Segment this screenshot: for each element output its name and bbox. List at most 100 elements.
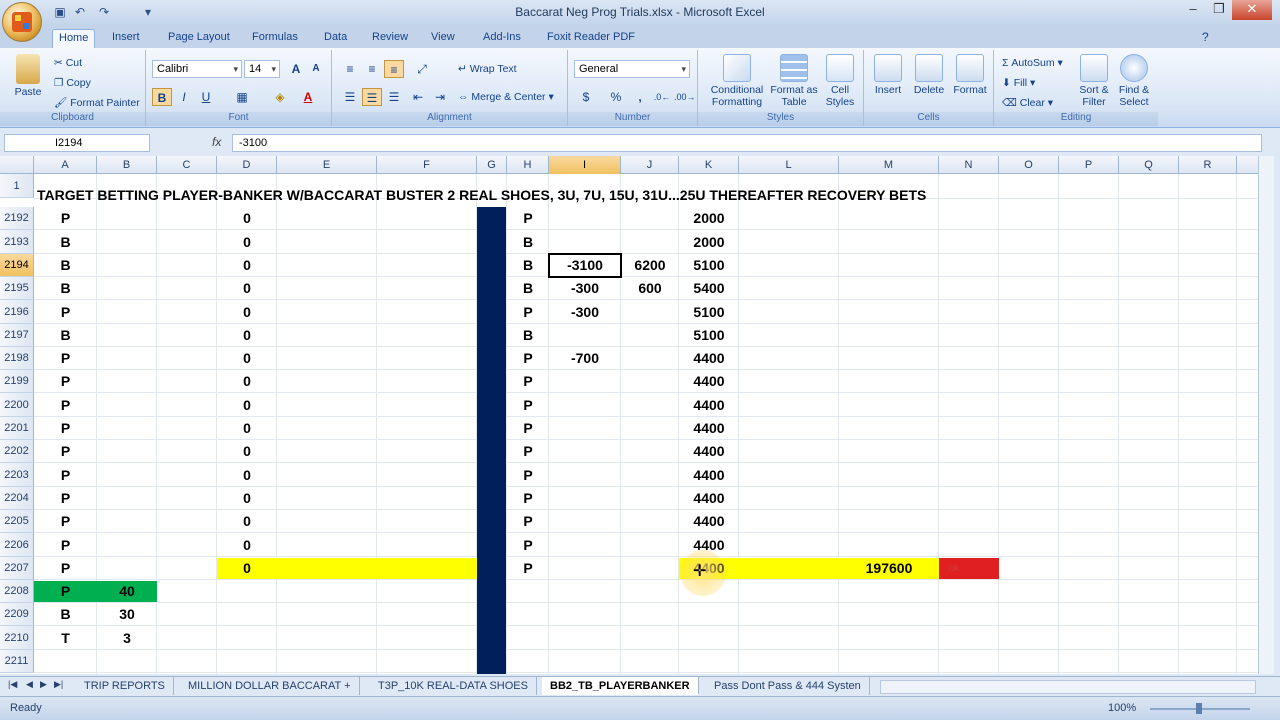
cell-h[interactable]: P [507,393,549,417]
cell-i[interactable] [549,230,621,254]
currency-button[interactable]: $ [576,88,596,106]
cell-h[interactable]: P [507,510,549,533]
name-box[interactable]: I2194 [4,134,150,152]
tab-review[interactable]: Review [366,29,414,48]
align-bottom-icon[interactable]: ≡ [384,60,404,78]
cell-h[interactable]: P [507,300,549,324]
minimize-icon[interactable]: – [1180,0,1206,20]
tab-formulas[interactable]: Formulas [246,29,304,48]
cell-d[interactable]: 0 [217,487,277,510]
cell-a[interactable]: B [34,230,97,254]
column-header-c[interactable]: C [157,156,217,174]
conditional-formatting-button[interactable]: Conditional Formatting [704,54,770,108]
cell-a[interactable]: P [34,580,97,603]
cell-a[interactable]: P [34,440,97,463]
cell-d[interactable]: 0 [217,393,277,417]
format-painter-button[interactable]: 🖌 Format Painter [54,94,140,112]
row-header[interactable]: 2202 [0,440,34,463]
row-header[interactable]: 2192 [0,207,34,230]
cell-i[interactable] [549,463,621,487]
cell-h[interactable]: P [507,370,549,393]
cell-k[interactable] [679,580,739,603]
cell-i[interactable] [549,533,621,557]
cell-a[interactable]: P [34,207,97,230]
restore-icon[interactable]: ❐ [1206,0,1232,20]
column-header-m[interactable]: M [839,156,939,174]
cell-b[interactable] [97,393,157,417]
cell-i[interactable] [549,626,621,650]
cell-k[interactable]: 4400 [679,533,739,557]
next-sheet-icon[interactable]: ▶ [40,679,47,690]
cell-d[interactable]: 0 [217,347,277,370]
cell-d[interactable]: 0 [217,254,277,277]
cell-d[interactable] [217,626,277,650]
increase-decimal-icon[interactable]: .0← [652,88,672,106]
cell-b[interactable]: 3 [97,626,157,650]
cell-a[interactable]: B [34,277,97,300]
column-header-i[interactable]: I [549,156,621,174]
cell-j[interactable]: 600 [621,277,679,300]
cell-a[interactable]: P [34,487,97,510]
paste-button[interactable]: Paste [10,54,46,98]
cell-j[interactable] [621,533,679,557]
cell-k[interactable]: 4400 [679,510,739,533]
column-header-j[interactable]: J [621,156,679,174]
cell-b[interactable] [97,347,157,370]
row-header[interactable]: 2198 [0,347,34,370]
cell-i[interactable] [549,417,621,440]
cell-h[interactable]: B [507,254,549,277]
cell-b[interactable] [97,254,157,277]
column-header-q[interactable]: Q [1119,156,1179,174]
cell-a[interactable]: P [34,347,97,370]
row-header[interactable]: 2196 [0,300,34,324]
comma-button[interactable]: , [630,88,650,106]
cell-d[interactable]: 0 [217,370,277,393]
cell-a[interactable]: B [34,254,97,277]
tab-home[interactable]: Home [52,29,96,48]
cell-a[interactable] [34,650,97,673]
cell-i[interactable] [549,440,621,463]
cell-j[interactable] [621,230,679,254]
row-header[interactable]: 2210 [0,626,34,650]
row-header[interactable]: 2205 [0,510,34,533]
cell-i[interactable] [549,370,621,393]
row-header[interactable]: 2200 [0,393,34,417]
row-header[interactable]: 2211 [0,650,34,673]
cell-j[interactable]: 6200 [621,254,679,277]
cell-d[interactable]: 0 [217,557,277,580]
cell-a[interactable]: P [34,463,97,487]
tab-page-layout[interactable]: Page Layout [162,29,236,48]
column-header-b[interactable]: B [97,156,157,174]
office-button[interactable] [2,2,42,42]
cell-h[interactable]: P [507,207,549,230]
underline-button[interactable]: U [196,88,216,106]
fill-color-icon[interactable]: ◈ [270,88,290,106]
align-left-icon[interactable]: ☰ [340,88,360,106]
row-header[interactable]: 2199 [0,370,34,393]
cell-i[interactable] [549,557,621,580]
row-header[interactable]: 2204 [0,487,34,510]
row-header[interactable]: 2194 [0,254,34,277]
title-cell[interactable]: TARGET BETTING PLAYER-BANKER W/BACCARAT … [37,183,926,207]
cell-b[interactable] [97,207,157,230]
number-format-select[interactable]: General [574,60,690,78]
column-header-e[interactable]: E [277,156,377,174]
cell-b[interactable] [97,370,157,393]
close-icon[interactable]: ✕ [1232,0,1272,20]
cell-k[interactable]: 4400 [679,557,739,580]
cell-b[interactable] [97,230,157,254]
active-cell[interactable] [548,253,622,278]
column-header-o[interactable]: O [999,156,1059,174]
delete-cells-button[interactable]: Delete [910,54,948,96]
cell-i[interactable]: -300 [549,277,621,300]
cell-d[interactable]: 0 [217,324,277,347]
cell-d[interactable]: 0 [217,440,277,463]
row-header[interactable]: 2203 [0,463,34,487]
cell-k[interactable]: 4400 [679,463,739,487]
row-header[interactable]: 2206 [0,533,34,557]
format-cells-button[interactable]: Format [950,54,990,96]
clear-button[interactable]: ⌫ Clear ▾ [1002,94,1053,112]
cell-m[interactable]: 197600 [839,557,939,580]
cell-k[interactable]: 4400 [679,370,739,393]
cell-j[interactable] [621,626,679,650]
